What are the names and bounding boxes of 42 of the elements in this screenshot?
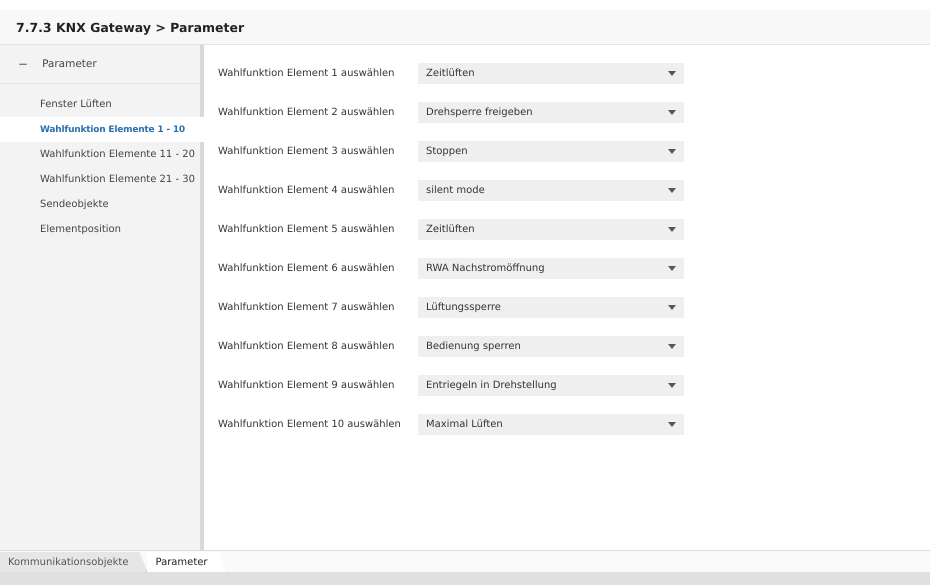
caret-icon: [668, 305, 676, 310]
group-label: Parameter: [42, 58, 97, 70]
parameter-label: Wahlfunktion Element 4 auswählen: [218, 185, 396, 196]
dropdown[interactable]: Zeitlüften: [418, 63, 684, 84]
parameter-label: Wahlfunktion Element 9 auswählen: [218, 380, 396, 391]
dropdown[interactable]: Bedienung sperren: [418, 336, 684, 357]
caret-icon: [668, 227, 676, 232]
dropdown[interactable]: Drehsperre freigeben: [418, 102, 684, 123]
caret-icon: [668, 71, 676, 76]
collapse-toggle[interactable]: −: [18, 57, 28, 71]
parameter-label: Wahlfunktion Element 7 auswählen: [218, 302, 396, 313]
dropdown[interactable]: Zeitlüften: [418, 219, 684, 240]
caret-icon: [668, 188, 676, 193]
caret-icon: [668, 149, 676, 154]
page-title: 7.7.3 KNX Gateway > Parameter: [16, 20, 244, 34]
parameter-label: Wahlfunktion Element 10 auswählen: [218, 419, 402, 430]
tab[interactable]: Kommunikationsobjekte: [0, 552, 148, 572]
parameter-label: Wahlfunktion Element 6 auswählen: [218, 263, 396, 274]
parameter-label: Wahlfunktion Element 1 auswählen: [218, 68, 396, 79]
dropdown[interactable]: silent mode: [418, 180, 684, 201]
caret-icon: [668, 344, 676, 349]
parameter-label: Wahlfunktion Element 3 auswählen: [218, 146, 396, 157]
dropdown[interactable]: RWA Nachstromöffnung: [418, 258, 684, 279]
sidebar-item[interactable]: Wahlfunktion Elemente 1 - 10: [0, 117, 204, 142]
sidebar-item[interactable]: Wahlfunktion Elemente 21 - 30: [0, 167, 200, 192]
sidebar-item[interactable]: Fenster Lüften: [0, 92, 200, 117]
caret-icon: [668, 422, 676, 427]
sidebar-item[interactable]: Elementposition: [0, 217, 200, 242]
dropdown[interactable]: Entriegeln in Drehstellung: [418, 375, 684, 396]
dropdown[interactable]: Maximal Lüften: [418, 414, 684, 435]
caret-icon: [668, 383, 676, 388]
tree-group[interactable]: − Parameter: [0, 45, 200, 84]
parameter-label: Wahlfunktion Element 8 auswählen: [218, 341, 396, 352]
tab[interactable]: Parameter: [147, 552, 227, 572]
parameter-label: Wahlfunktion Element 2 auswählen: [218, 107, 396, 118]
dropdown[interactable]: Lüftungssperre: [418, 297, 684, 318]
caret-icon: [668, 110, 676, 115]
sidebar-item[interactable]: Sendeobjekte: [0, 192, 200, 217]
parameter-label: Wahlfunktion Element 5 auswählen: [218, 224, 396, 235]
sidebar-item[interactable]: Wahlfunktion Elemente 11 - 20: [0, 142, 200, 167]
dropdown[interactable]: Stoppen: [418, 141, 684, 162]
caret-icon: [668, 266, 676, 271]
